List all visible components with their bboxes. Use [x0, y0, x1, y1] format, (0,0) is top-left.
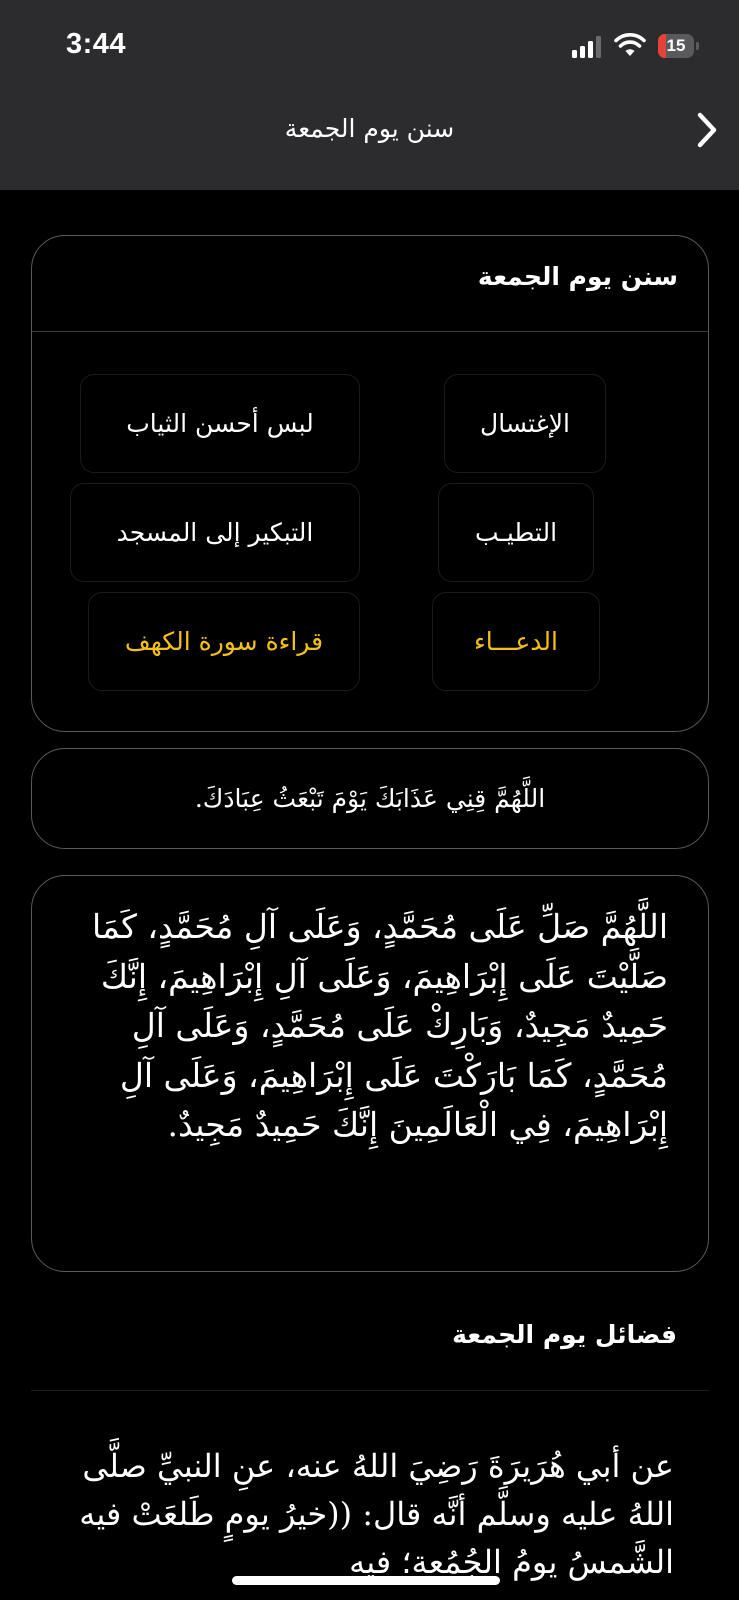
sunnah-button-surah-kahf[interactable]: قراءة سورة الكهف: [88, 592, 360, 691]
home-indicator[interactable]: [232, 1576, 500, 1585]
battery-level: 15: [666, 36, 686, 55]
dua-text: اللَّهُمَّ قِنِي عَذَابَكَ يَوْمَ تَبْعَ…: [194, 784, 546, 813]
cellular-signal-icon: [572, 36, 602, 58]
navigation-bar: سنن يوم الجمعة: [0, 90, 739, 190]
sunnah-button-perfume[interactable]: التطيـب: [438, 483, 594, 582]
divider: [32, 331, 708, 332]
wifi-icon: [614, 33, 646, 56]
salawat-card: اللَّهُمَّ صَلِّ عَلَى مُحَمَّدٍ، وَعَلَ…: [31, 875, 709, 1272]
hadith-text: عن أبي هُرَيرَةَ رَضِيَ اللهُ عنه، عنِ ا…: [79, 1447, 674, 1581]
sunnah-button-ghusl[interactable]: الإغتسال: [444, 374, 606, 473]
sunnah-button-dua[interactable]: الدعـــاء: [432, 592, 600, 691]
sunnah-card: سنن يوم الجمعة الإغتسال لبس أحسن الثياب …: [31, 235, 709, 732]
salawat-text: اللَّهُمَّ صَلِّ عَلَى مُحَمَّدٍ، وَعَلَ…: [92, 907, 668, 1144]
status-time: 3:44: [66, 28, 127, 60]
status-bar: 3:44 15: [0, 0, 739, 90]
sunnah-card-title: سنن يوم الجمعة: [477, 262, 678, 291]
sunnah-button-early-mosque[interactable]: التبكير إلى المسجد: [70, 483, 360, 582]
battery-icon: 15: [658, 34, 700, 58]
dua-card: اللَّهُمَّ قِنِي عَذَابَكَ يَوْمَ تَبْعَ…: [31, 748, 709, 849]
divider: [31, 1390, 709, 1391]
virtues-title: فضائل يوم الجمعة: [452, 1320, 677, 1349]
sunnah-button-best-clothes[interactable]: لبس أحسن الثياب: [80, 374, 360, 473]
chevron-right-icon[interactable]: [690, 108, 726, 152]
page-title: سنن يوم الجمعة: [284, 114, 455, 143]
